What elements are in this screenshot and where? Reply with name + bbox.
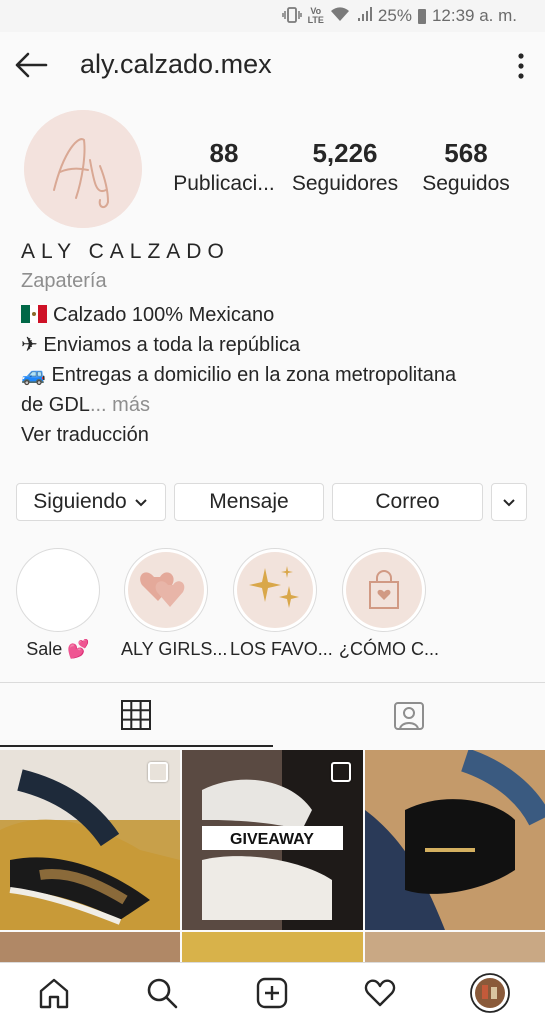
highlight-label: LOS FAVO...: [230, 639, 333, 659]
back-arrow-icon[interactable]: [12, 46, 50, 84]
tagged-person-icon: [394, 702, 424, 730]
multiple-photos-icon: [148, 762, 168, 782]
search-icon[interactable]: [142, 973, 182, 1013]
highlight-aly-girls[interactable]: ALY GIRLS...: [121, 548, 228, 660]
tab-tagged[interactable]: [273, 683, 545, 747]
following-label: Seguidos: [422, 172, 510, 195]
email-button[interactable]: Correo: [332, 483, 483, 521]
chevron-down-icon: [134, 499, 147, 507]
active-tab-indicator: [0, 745, 273, 747]
bio-line: ✈ Enviamos a toda la república: [21, 334, 301, 356]
clock: 12:39 a. m.: [431, 6, 517, 25]
profile-avatar-icon[interactable]: [470, 973, 510, 1013]
post-thumbnail[interactable]: [182, 932, 363, 962]
lte-indicator: Vo LTE: [307, 6, 324, 25]
multiple-photos-icon: [331, 762, 351, 782]
new-post-icon[interactable]: [252, 973, 292, 1013]
bio-line: 🚙 Entregas a domicilio en la zona metrop…: [21, 364, 457, 386]
highlight-como-comprar[interactable]: ¿CÓMO C...: [339, 548, 439, 660]
stat-followers[interactable]: 5,226 Seguidores: [290, 138, 400, 196]
profile-header: aly.calzado.mex: [0, 32, 545, 98]
wifi-icon: [330, 6, 350, 27]
posts-count: 88: [209, 138, 239, 168]
category-label: Zapatería: [21, 270, 107, 292]
profile-username: aly.calzado.mex: [80, 49, 272, 79]
post-thumbnail[interactable]: GIVEAWAY: [182, 750, 363, 930]
mexico-flag-icon: [21, 305, 47, 323]
tab-grid[interactable]: [0, 683, 272, 747]
following-button[interactable]: Siguiendo: [16, 483, 166, 521]
posts-label: Publicaci...: [173, 172, 275, 195]
profile-bio: ALY CALZADO Zapatería Calzado 100% Mexic…: [21, 240, 531, 450]
battery-percent: 25%: [377, 6, 412, 25]
message-button[interactable]: Mensaje: [174, 483, 324, 521]
highlight-los-favoritos[interactable]: LOS FAVO...: [230, 548, 333, 660]
hearts-icon: [140, 572, 185, 607]
followers-label: Seguidores: [291, 172, 399, 195]
post-thumbnail[interactable]: [365, 750, 545, 930]
highlight-label: ¿CÓMO C...: [339, 639, 439, 659]
bio-line: Calzado 100% Mexicano: [21, 300, 531, 330]
battery-icon: [417, 8, 426, 24]
more-link[interactable]: ... más: [90, 394, 150, 416]
stat-posts[interactable]: 88 Publicaci...: [172, 138, 276, 196]
chevron-down-icon: [503, 499, 515, 507]
post-thumbnail[interactable]: [0, 932, 180, 962]
shopping-bag-icon: [369, 570, 399, 609]
highlight-label: Sale 💕: [26, 639, 90, 659]
followers-count: 5,226: [312, 138, 378, 168]
home-icon[interactable]: [34, 973, 74, 1013]
bottom-navigation: [0, 962, 545, 1024]
post-thumbnail[interactable]: [0, 750, 180, 930]
profile-avatar[interactable]: [24, 110, 142, 228]
highlight-label: ALY GIRLS...: [121, 639, 228, 659]
suggestions-dropdown-button[interactable]: [491, 483, 527, 521]
activity-heart-icon[interactable]: [360, 973, 400, 1013]
stat-following[interactable]: 568 Seguidos: [418, 138, 514, 196]
svg-text:GIVEAWAY: GIVEAWAY: [230, 831, 314, 848]
grid-icon: [121, 700, 151, 730]
sparkles-icon: [249, 566, 299, 608]
display-name: ALY CALZADO: [21, 240, 230, 263]
bio-line: de GDL... más: [21, 394, 150, 416]
vibrate-icon: [281, 6, 302, 26]
highlight-sale[interactable]: Sale 💕: [13, 548, 103, 660]
signal-icon: [356, 6, 372, 27]
following-count: 568: [444, 138, 488, 168]
translate-link[interactable]: Ver traducción: [21, 420, 531, 450]
post-thumbnail[interactable]: [365, 932, 545, 962]
status-bar: Vo LTE 25% 12:39 a. m.: [0, 0, 545, 32]
more-options-icon[interactable]: [506, 49, 536, 83]
